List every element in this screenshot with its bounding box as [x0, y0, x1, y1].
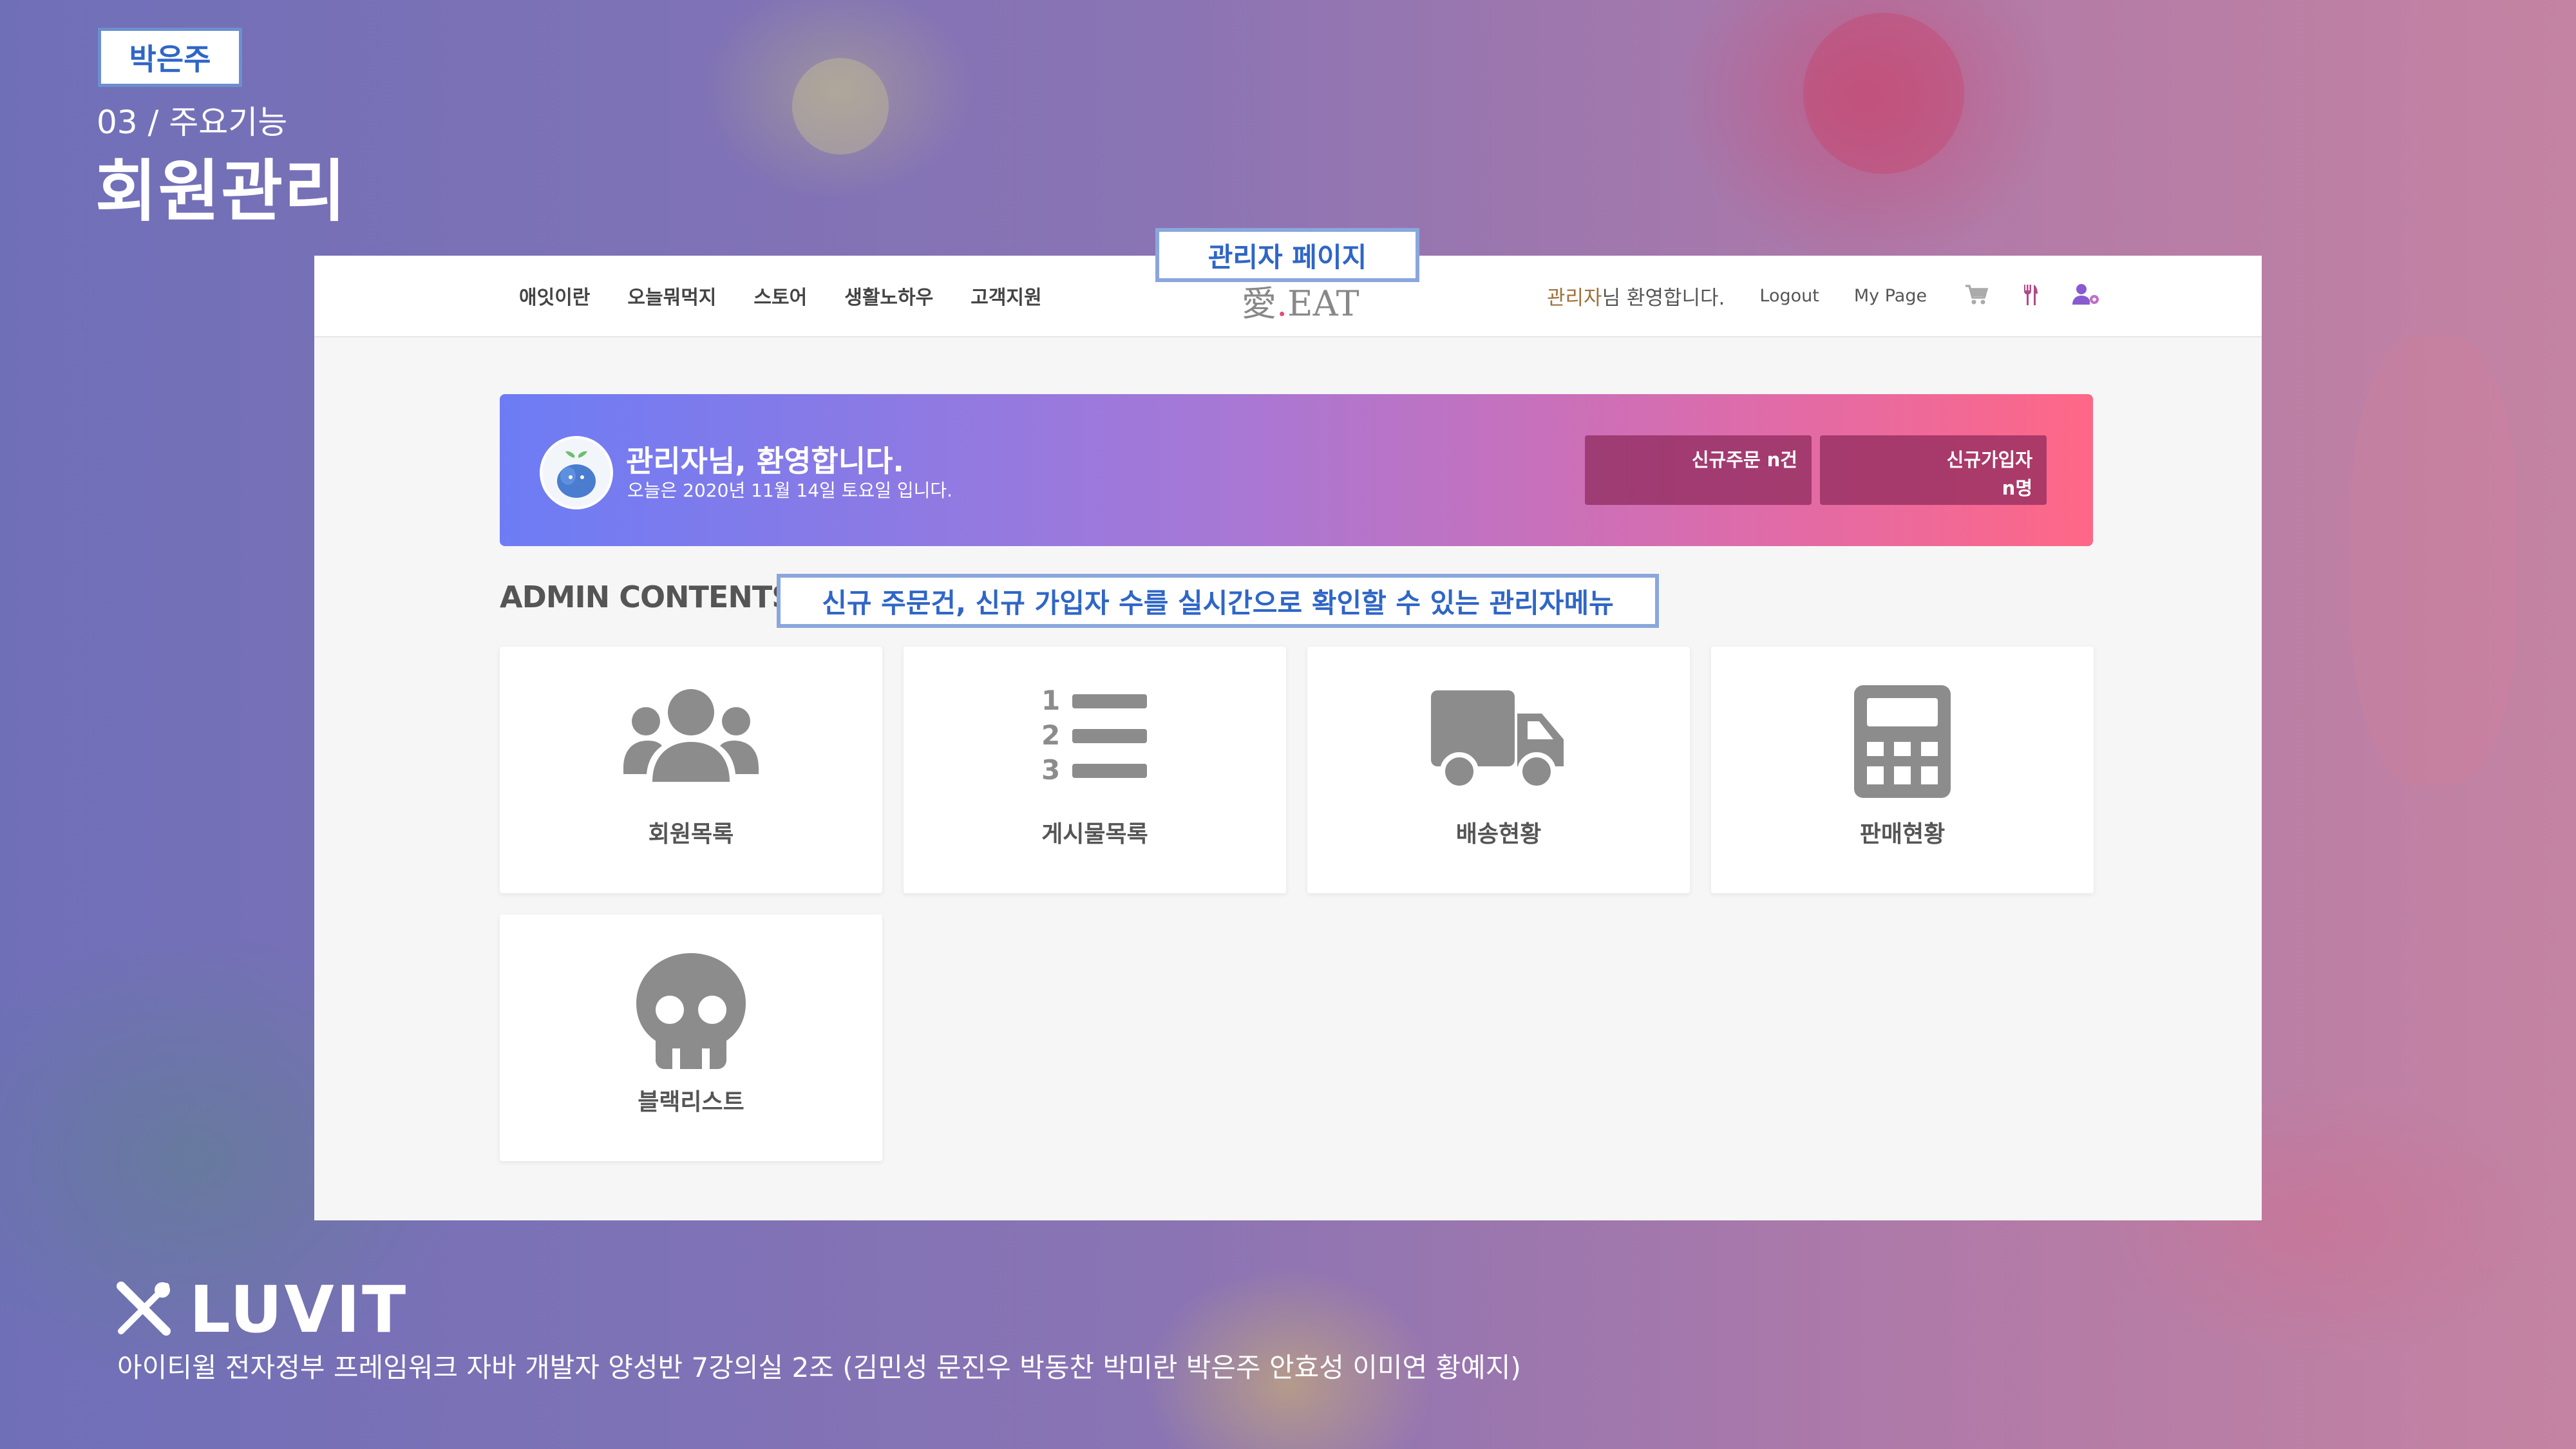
new-orders-box[interactable]: 신규주문 n건 [1585, 435, 1812, 505]
users-icon [500, 685, 882, 808]
truck-icon [1307, 685, 1690, 808]
new-members-label: 신규가입자 [1946, 449, 2032, 471]
card-label: 게시물목록 [1041, 821, 1148, 848]
admin-contents-heading: ADMIN CONTENTS [500, 580, 793, 614]
card-label: 판매현황 [1859, 821, 1946, 848]
brand-footer: LUVIT [116, 1272, 408, 1347]
new-members-count: n명 [2002, 477, 2032, 499]
card-member-list[interactable]: 회원목록 [500, 647, 882, 893]
card-label: 회원목록 [648, 821, 734, 848]
team-credits: 아이티윌 전자정부 프레임워크 자바 개발자 양성반 7강의실 2조 (김민성 … [117, 1352, 1521, 1383]
cart-icon[interactable] [1964, 283, 1989, 309]
admin-page-screenshot: 애잇이란 오늘뭐먹지 스토어 생활노하우 고객지원 愛.EAT 관리자님 환영합… [314, 256, 2262, 1220]
svg-text:2: 2 [1041, 719, 1060, 751]
nav-menu: 애잇이란 오늘뭐먹지 스토어 생활노하우 고객지원 [519, 281, 1042, 310]
welcome-title: 관리자님, 환영합니다. [626, 444, 904, 478]
brand-name: LUVIT [189, 1272, 408, 1347]
welcome-suffix: 님 환영합니다. [1602, 287, 1725, 310]
section-title: 회원관리 [95, 152, 347, 231]
skull-icon [500, 953, 882, 1075]
welcome-banner: 관리자님, 환영합니다. 오늘은 2020년 11월 14일 토요일 입니다. … [500, 394, 2093, 546]
logo-tail: EAT [1287, 283, 1359, 324]
today-date: 오늘은 2020년 11월 14일 토요일 입니다. [627, 480, 953, 501]
nav-item-support[interactable]: 고객지원 [971, 281, 1041, 310]
presenter-name-tag: 박은주 [98, 28, 242, 87]
new-members-box[interactable]: 신규가입자 n명 [1820, 435, 2047, 505]
svg-text:1: 1 [1041, 685, 1060, 716]
utensils-icon[interactable] [2022, 283, 2039, 309]
logout-link[interactable]: Logout [1759, 286, 1819, 306]
callout-admin-page: 관리자 페이지 [1155, 228, 1419, 282]
nav-item-today-menu[interactable]: 오늘뭐먹지 [627, 281, 716, 310]
callout-admin-menu: 신규 주문건, 신규 가입자 수를 실시간으로 확인할 수 있는 관리자메뉴 [777, 574, 1659, 628]
background-decoration [1803, 13, 1964, 174]
nav-icon-group [1964, 283, 2099, 309]
card-label: 블랙리스트 [638, 1089, 744, 1115]
svg-text:3: 3 [1041, 754, 1060, 786]
nav-item-tips[interactable]: 생활노하우 [844, 281, 933, 310]
mypage-link[interactable]: My Page [1854, 286, 1927, 306]
welcome-name: 관리자 [1547, 287, 1602, 310]
card-label: 배송현황 [1455, 821, 1542, 848]
card-delivery-status[interactable]: 배송현황 [1307, 647, 1690, 893]
nav-item-store[interactable]: 스토어 [753, 281, 807, 310]
user-settings-icon[interactable] [2072, 283, 2099, 309]
calculator-icon [1711, 685, 2094, 808]
nav-right: 관리자님 환영합니다. Logout My Page [1547, 281, 2099, 310]
card-blacklist[interactable]: 블랙리스트 [500, 914, 882, 1161]
welcome-text: 관리자님 환영합니다. [1547, 281, 1725, 310]
site-logo[interactable]: 愛.EAT [1242, 275, 1359, 326]
card-post-list[interactable]: 1 2 3 게시물목록 [904, 647, 1286, 893]
logo-main: 愛 [1242, 283, 1276, 324]
new-orders-count: 신규주문 n건 [1691, 449, 1797, 471]
nav-item-about[interactable]: 애잇이란 [519, 281, 590, 310]
ordered-list-icon: 1 2 3 [904, 685, 1286, 808]
avatar [540, 436, 613, 509]
crossed-tools-icon [116, 1281, 171, 1339]
background-decoration [2351, 335, 2518, 786]
card-sales-status[interactable]: 판매현황 [1711, 647, 2094, 893]
logo-dot: . [1276, 283, 1288, 324]
background-decoration [792, 58, 889, 155]
